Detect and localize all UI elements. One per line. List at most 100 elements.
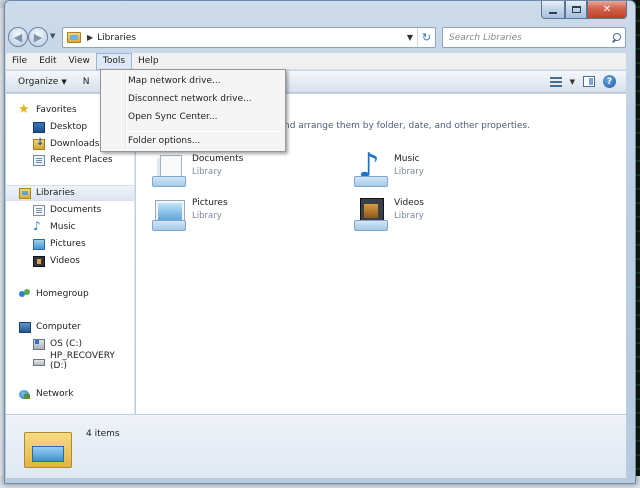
nav-pictures[interactable]: Pictures <box>6 236 134 252</box>
library-tile-pictures[interactable]: Pictures Library <box>150 196 340 236</box>
menu-item-disconnect-network-drive[interactable]: Disconnect network drive... <box>128 91 252 107</box>
close-button[interactable]: ✕ <box>587 1 627 19</box>
forward-button[interactable]: ▶ <box>28 27 48 47</box>
drive-icon <box>33 358 45 366</box>
breadcrumb-libraries[interactable]: Libraries <box>97 33 136 43</box>
documents-library-icon <box>150 152 186 188</box>
nav-homegroup[interactable]: Homegroup <box>6 286 134 302</box>
tools-menu: Map network drive... Disconnect network … <box>100 69 286 152</box>
os-drive-icon <box>33 338 45 350</box>
refresh-icon: ↻ <box>421 31 432 44</box>
library-tile-music[interactable]: Music Library <box>352 146 542 192</box>
forward-arrow-icon: ▶ <box>33 30 43 44</box>
caption-buttons: ✕ <box>541 1 627 19</box>
videos-icon <box>33 255 45 267</box>
libraries-icon <box>67 32 81 43</box>
pictures-icon <box>33 238 45 250</box>
details-pane: 4 items <box>6 414 626 478</box>
organize-button[interactable]: Organize ▼ <box>18 77 67 87</box>
organize-label: Organize <box>18 76 59 87</box>
minimize-button[interactable] <box>541 1 565 19</box>
menu-item-open-sync-center[interactable]: Open Sync Center... <box>128 109 218 125</box>
recent-places-icon <box>33 154 45 166</box>
nav-recent-places[interactable]: Recent Places <box>6 152 134 168</box>
menu-file[interactable]: File <box>6 53 33 70</box>
nav-pictures-label: Pictures <box>50 239 86 249</box>
address-dropdown-icon[interactable]: ▼ <box>407 33 413 42</box>
nav-recent-places-label: Recent Places <box>50 155 113 165</box>
videos-library-icon <box>352 196 388 232</box>
new-library-button[interactable]: N <box>83 77 90 87</box>
nav-network-label: Network <box>36 389 74 399</box>
homegroup-icon <box>19 288 31 300</box>
address-bar[interactable]: ▶ Libraries ▼ ↻ <box>62 27 436 48</box>
nav-documents-label: Documents <box>50 205 102 215</box>
minimize-icon <box>549 11 557 14</box>
nav-libraries[interactable]: Libraries <box>6 185 134 201</box>
nav-libraries-label: Libraries <box>36 188 75 198</box>
nav-homegroup-label: Homegroup <box>36 289 89 299</box>
menu-edit[interactable]: Edit <box>33 53 62 70</box>
network-icon <box>19 389 31 400</box>
change-view-icon[interactable] <box>549 76 562 87</box>
libraries-description: nd arrange them by folder, date, and oth… <box>284 121 530 131</box>
nav-documents[interactable]: Documents <box>6 202 134 218</box>
menu-bar: File Edit View Tools Help <box>6 52 626 70</box>
chevron-down-icon: ▼ <box>61 77 67 86</box>
nav-music[interactable]: Music <box>6 219 134 235</box>
menu-help[interactable]: Help <box>132 53 165 70</box>
nav-videos-label: Videos <box>50 256 80 266</box>
menu-separator <box>128 131 283 132</box>
star-icon <box>18 102 31 117</box>
close-icon: ✕ <box>602 4 612 15</box>
view-controls: ▼ ? <box>549 75 616 88</box>
menu-view[interactable]: View <box>63 53 96 70</box>
library-name: Documents <box>192 154 244 164</box>
maximize-button[interactable] <box>565 1 587 19</box>
library-type: Library <box>394 211 424 221</box>
computer-icon <box>19 321 31 333</box>
library-type: Library <box>192 167 222 177</box>
nav-videos[interactable]: Videos <box>6 253 134 269</box>
refresh-button[interactable]: ↻ <box>417 28 435 47</box>
search-input[interactable]: Search Libraries <box>442 27 626 48</box>
menu-item-map-network-drive[interactable]: Map network drive... <box>128 73 221 89</box>
nav-network[interactable]: Network <box>6 386 134 402</box>
music-library-icon <box>352 146 388 188</box>
address-row: ◀ ▶ ▼ ▶ Libraries ▼ ↻ Search Libraries <box>6 26 626 50</box>
menu-item-folder-options[interactable]: Folder options... <box>128 133 200 149</box>
breadcrumb-separator-icon[interactable]: ▶ <box>87 33 93 42</box>
libraries-icon <box>19 187 31 199</box>
search-icon[interactable] <box>611 32 621 43</box>
preview-pane-icon[interactable] <box>583 76 595 87</box>
view-options-dropdown[interactable]: ▼ <box>570 78 575 86</box>
library-type: Library <box>192 211 222 221</box>
item-count: 4 items <box>86 429 120 439</box>
help-icon[interactable]: ? <box>603 75 616 88</box>
nav-os-drive[interactable]: OS (C:) <box>6 336 134 352</box>
library-name: Pictures <box>192 198 228 208</box>
nav-hp-recovery-label: HP_RECOVERY (D:) <box>50 351 115 371</box>
search-placeholder: Search Libraries <box>449 32 522 43</box>
library-tile-documents[interactable]: Documents Library <box>150 152 340 192</box>
back-button[interactable]: ◀ <box>8 27 28 47</box>
nav-favorites-label: Favorites <box>36 105 77 115</box>
back-arrow-icon: ◀ <box>13 30 23 44</box>
nav-os-drive-label: OS (C:) <box>50 339 82 349</box>
downloads-icon <box>33 137 45 150</box>
documents-icon <box>33 204 45 216</box>
nav-hp-recovery-drive[interactable]: HP_RECOVERY (D:) <box>6 351 134 371</box>
library-name: Music <box>394 154 420 164</box>
nav-computer[interactable]: Computer <box>6 319 134 335</box>
nav-computer-label: Computer <box>36 322 81 332</box>
pictures-library-icon <box>150 196 186 232</box>
desktop-icon <box>33 121 45 133</box>
recent-pages-dropdown[interactable]: ▼ <box>50 32 55 40</box>
nav-desktop-label: Desktop <box>50 122 88 132</box>
menu-tools[interactable]: Tools <box>95 52 133 70</box>
nav-music-label: Music <box>50 222 76 232</box>
nav-downloads-label: Downloads <box>50 139 100 149</box>
library-type: Library <box>394 167 424 177</box>
music-icon <box>33 219 45 233</box>
library-tile-videos[interactable]: Videos Library <box>352 196 542 236</box>
